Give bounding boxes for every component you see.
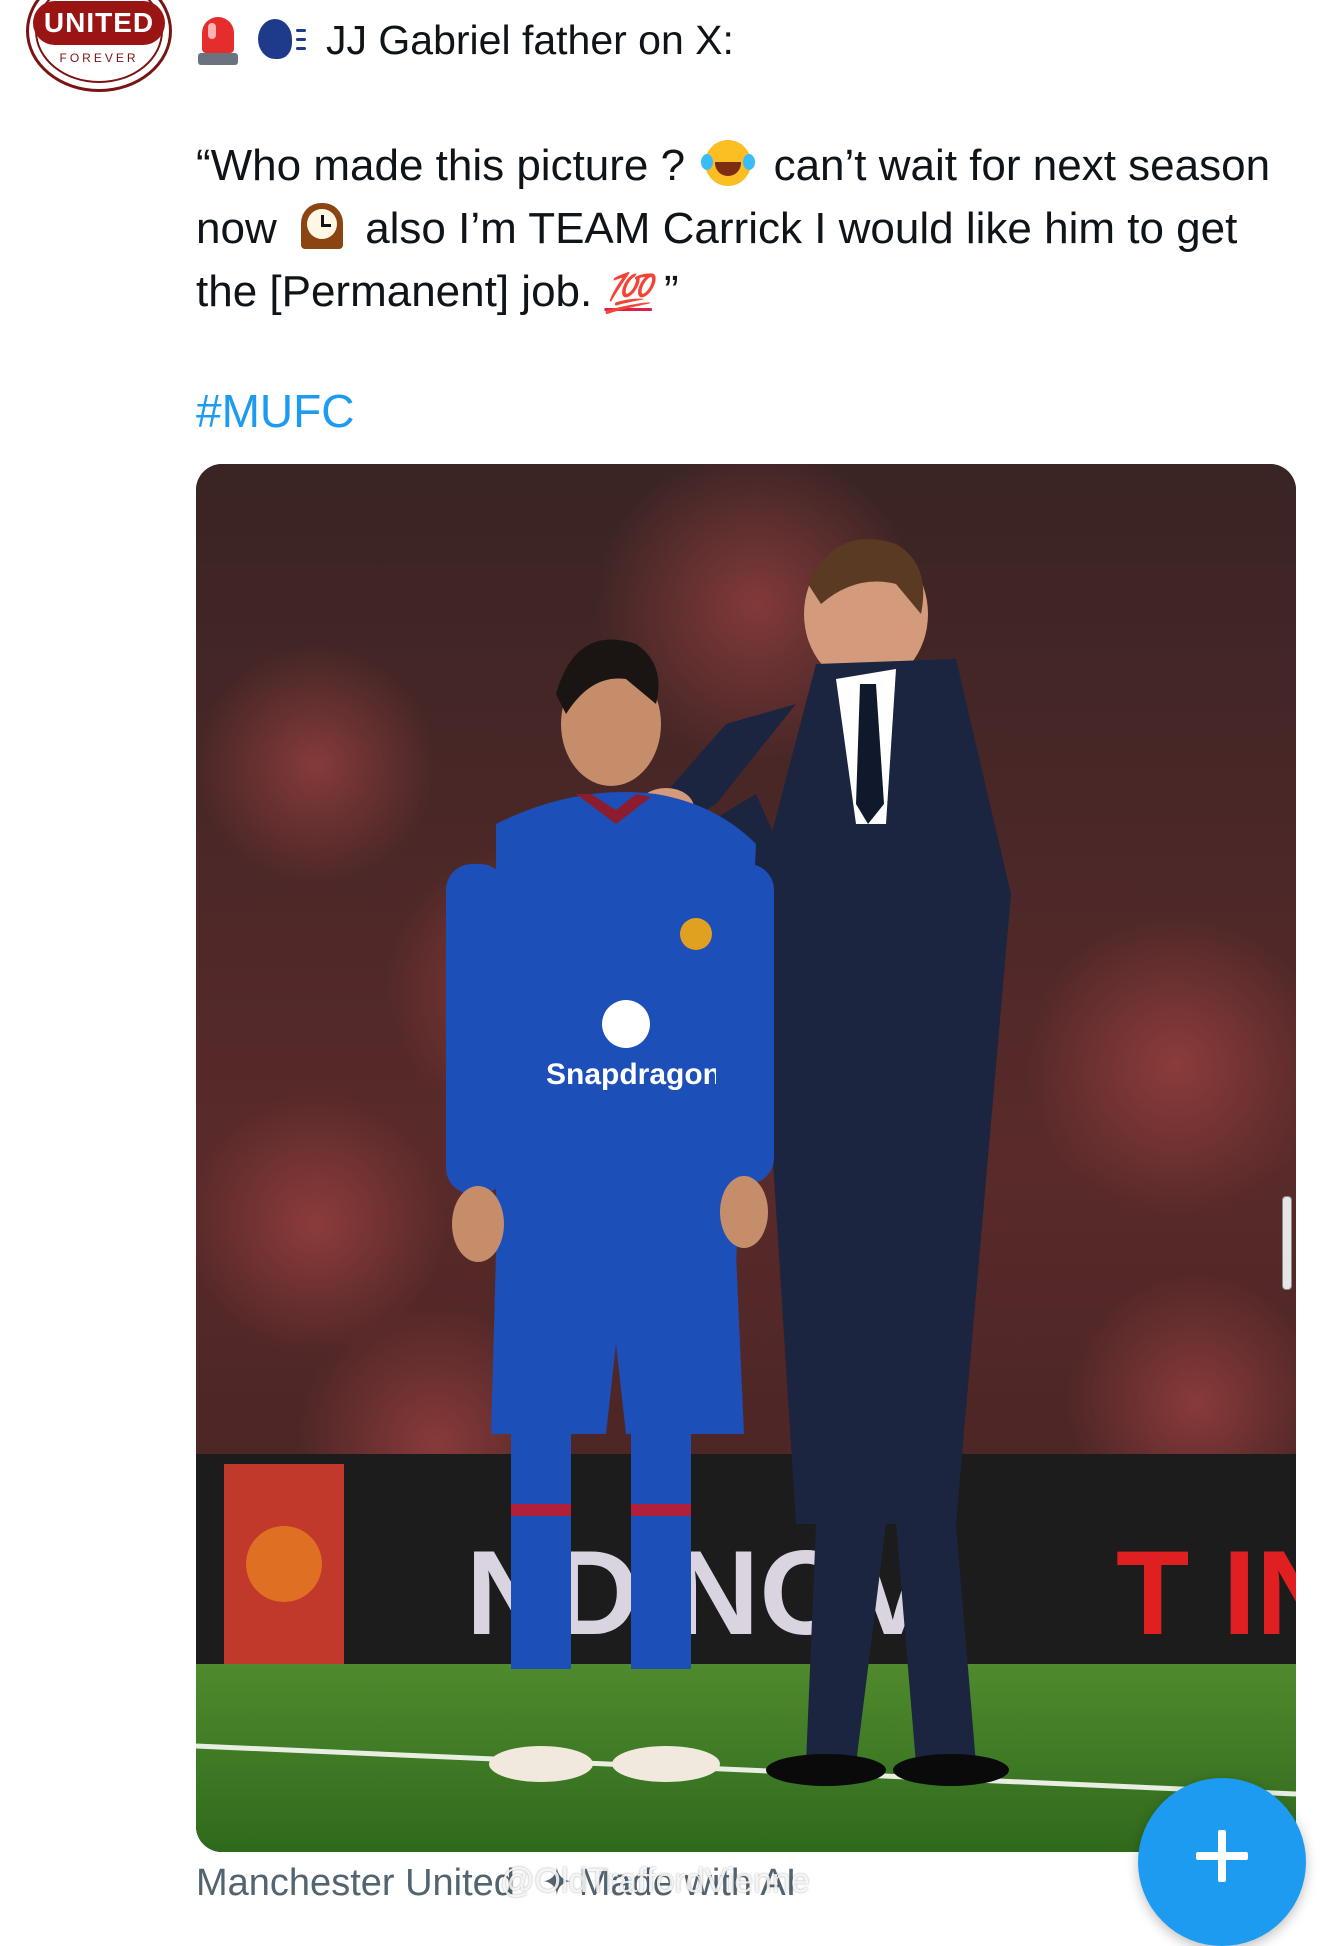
board-text-right: T IN	[1116, 1526, 1296, 1660]
stadium-scene: ND NOV T IN Snapdragon	[196, 464, 1296, 1852]
compose-fab-button[interactable]	[1138, 1778, 1306, 1946]
quote-part-1: “Who made this picture ?	[196, 141, 686, 190]
hashtag-link[interactable]: #MUFC	[196, 384, 354, 438]
post-image[interactable]: ND NOV T IN Snapdragon	[196, 464, 1296, 1852]
watermark: @OldTraffordVienne	[500, 1862, 810, 1900]
rotating-light-icon	[196, 13, 240, 67]
scrollbar-thumb[interactable]	[1282, 1196, 1292, 1290]
post-header: JJ Gabriel father on X:	[196, 10, 734, 70]
avatar-label: UNITED	[33, 1, 165, 45]
post-text: “Who made this picture ? can’t wait for …	[196, 134, 1296, 326]
caption-left: Manchester United	[196, 1862, 515, 1904]
avatar-sublabel: FOREVER	[59, 51, 139, 65]
quote-part-3: also I’m TEAM Carrick I would like him t…	[196, 204, 1238, 316]
tears-of-joy-icon	[701, 140, 756, 188]
quote-close: ”	[664, 267, 679, 316]
post-title: JJ Gabriel father on X:	[326, 16, 734, 63]
account-avatar[interactable]: UNITED FOREVER	[26, 0, 172, 92]
hundred-points-icon: 💯	[604, 273, 652, 315]
shirt-sponsor: Snapdragon	[546, 1058, 721, 1091]
crest-emblem	[246, 1526, 322, 1602]
mantelpiece-clock-icon	[295, 203, 347, 251]
speaking-head-icon	[254, 13, 312, 67]
pitch-grass	[196, 1664, 1296, 1852]
